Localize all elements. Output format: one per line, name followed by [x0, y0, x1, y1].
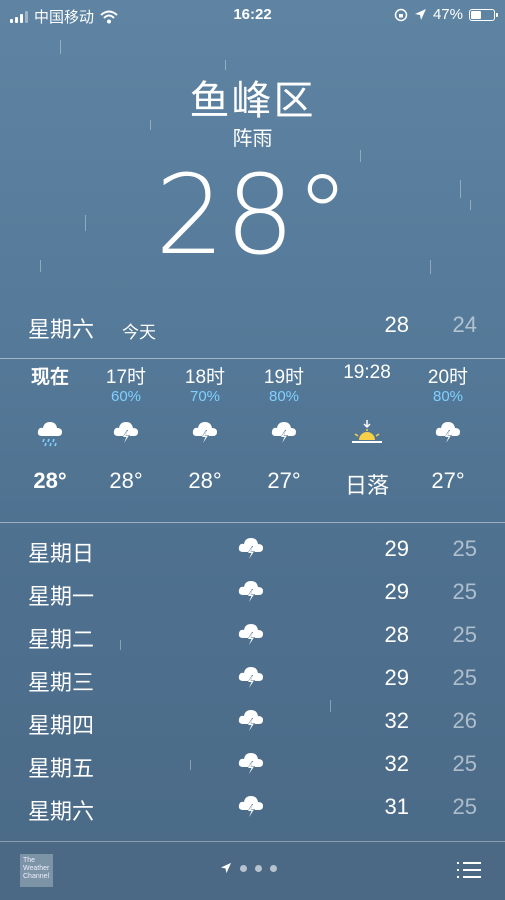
- day-high: 29: [384, 665, 409, 690]
- precip-chance: 70%: [189, 388, 221, 405]
- hour-temp: 27°: [267, 468, 301, 493]
- daily-forecast[interactable]: 星期日 29 25 星期一 29 25 星期二 28 25 星期三 29 25 …: [28, 530, 477, 831]
- thunderstorm-icon: [238, 624, 263, 647]
- day-low: 26: [452, 708, 477, 733]
- hourly-item: 20时 80% 27°: [408, 362, 488, 494]
- precip-chance: [327, 388, 407, 410]
- thunderstorm-icon: [238, 796, 263, 819]
- hour-label: 17时: [105, 367, 147, 388]
- day-high: 29: [384, 536, 409, 561]
- rain-cloud-icon: [37, 422, 62, 447]
- daily-row: 星期五 32 25: [28, 745, 477, 788]
- thunderstorm-icon: [113, 422, 138, 445]
- orientation-lock-icon: [394, 8, 408, 21]
- hour-label: 20时: [427, 367, 469, 388]
- today-low: 24: [452, 312, 477, 337]
- hourly-item: 19:28 日落: [327, 362, 407, 500]
- sunset-icon: [352, 420, 382, 443]
- daily-row: 星期一 29 25: [28, 573, 477, 616]
- divider: [0, 358, 505, 359]
- weather-channel-logo[interactable]: The Weather Channel: [20, 854, 53, 887]
- divider: [0, 522, 505, 523]
- weather-condition: 阵雨: [232, 128, 273, 150]
- page-indicator[interactable]: [220, 862, 277, 874]
- page-dot: [270, 864, 277, 872]
- day-high: 32: [384, 751, 409, 776]
- precip-chance: 80%: [268, 388, 300, 405]
- hour-label: 19:28: [343, 362, 391, 383]
- day-name: 星期日: [28, 541, 95, 566]
- location-arrow-icon: [414, 9, 426, 20]
- daily-row: 星期六 31 25: [28, 788, 477, 831]
- day-low: 25: [452, 536, 477, 561]
- hour-temp: 27°: [431, 468, 465, 493]
- thunderstorm-icon: [435, 422, 460, 445]
- precip-chance: 80%: [432, 388, 464, 405]
- thunderstorm-icon: [238, 538, 263, 561]
- precip-chance: 60%: [110, 388, 142, 405]
- daily-row: 星期日 29 25: [28, 530, 477, 573]
- day-name: 星期四: [28, 713, 95, 738]
- bottom-toolbar: The Weather Channel: [0, 841, 505, 900]
- day-low: 25: [452, 751, 477, 776]
- hourly-item: 19时 80% 27°: [244, 362, 324, 494]
- day-low: 25: [452, 794, 477, 819]
- thunderstorm-icon: [238, 581, 263, 604]
- location-arrow-icon: [220, 862, 232, 874]
- city-name: 鱼峰区: [189, 79, 316, 123]
- hour-temp: 日落: [344, 473, 389, 498]
- current-temperature: 28°: [155, 151, 350, 279]
- day-name: 星期二: [28, 627, 95, 652]
- daily-row: 星期二 28 25: [28, 616, 477, 659]
- day-low: 25: [452, 622, 477, 647]
- daily-row: 星期三 29 25: [28, 659, 477, 702]
- today-tag: 今天: [122, 323, 156, 342]
- thunderstorm-icon: [238, 667, 263, 690]
- hour-label: 19时: [263, 367, 305, 388]
- battery-percent: 47%: [432, 6, 463, 23]
- day-name: 星期三: [28, 670, 95, 695]
- day-low: 25: [452, 579, 477, 604]
- day-name: 星期六: [28, 799, 95, 824]
- thunderstorm-icon: [192, 422, 217, 445]
- day-name: 星期五: [28, 756, 95, 781]
- status-bar: 中国移动 16:22 47%: [0, 0, 505, 30]
- precip-chance: [10, 388, 90, 410]
- thunderstorm-icon: [271, 422, 296, 445]
- day-high: 28: [384, 622, 409, 647]
- hourly-forecast[interactable]: 现在 28° 17时 60% 28° 18时 70% 28° 19时 80% 2…: [0, 362, 505, 522]
- thunderstorm-icon: [238, 710, 263, 733]
- hourly-item: 17时 60% 28°: [86, 362, 166, 494]
- page-dot: [240, 864, 247, 872]
- hour-label: 现在: [30, 367, 69, 388]
- daily-row: 星期四 32 26: [28, 702, 477, 745]
- hourly-item: 现在 28°: [10, 362, 90, 494]
- day-high: 31: [384, 794, 409, 819]
- hour-temp: 28°: [33, 468, 67, 493]
- today-row: 星期六 今天 28 24: [28, 308, 477, 348]
- day-low: 25: [452, 665, 477, 690]
- hour-temp: 28°: [188, 468, 222, 493]
- list-icon[interactable]: [457, 862, 481, 883]
- today-high: 28: [384, 312, 409, 337]
- day-high: 29: [384, 579, 409, 604]
- hour-label: 18时: [184, 367, 226, 388]
- hourly-item: 18时 70% 28°: [165, 362, 245, 494]
- hour-temp: 28°: [109, 468, 143, 493]
- thunderstorm-icon: [238, 753, 263, 776]
- day-high: 32: [384, 708, 409, 733]
- battery-icon: [469, 8, 498, 21]
- page-dot: [255, 864, 262, 872]
- day-name: 星期一: [28, 584, 95, 609]
- today-day: 星期六: [28, 317, 95, 342]
